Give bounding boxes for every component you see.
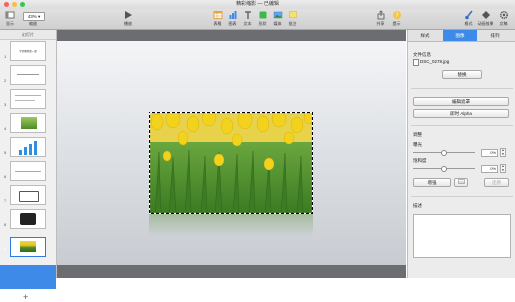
tips-button[interactable]: ? 提示: [390, 10, 403, 27]
description-field[interactable]: [413, 214, 511, 258]
slide-thumbnail-3[interactable]: [10, 89, 46, 109]
saturation-label: 饱和度: [413, 158, 427, 163]
slide-number: 6: [4, 174, 7, 179]
play-button[interactable]: 播放: [121, 10, 135, 27]
exposure-slider[interactable]: [413, 150, 475, 156]
slide-number: 8: [4, 222, 7, 227]
slide-number: 4: [4, 126, 7, 131]
tips-icon: ?: [392, 11, 401, 19]
play-icon: [125, 11, 132, 19]
bar-chart-thumbnail: [19, 141, 37, 155]
share-button[interactable]: 共享: [374, 10, 387, 27]
inspector-tabs: 样式 图像 排列: [408, 30, 515, 42]
slide-navigator: 幻灯片 1 学堂教程第一课 2 3 4 5 6 7 8 9 +: [0, 30, 57, 302]
table-icon: [213, 11, 222, 19]
zoom-window-button[interactable]: [20, 2, 25, 7]
slide-thumbnail-2[interactable]: [10, 65, 46, 85]
selected-slide-row: [0, 265, 56, 289]
file-info-label: 文件信息: [413, 52, 431, 57]
chart-button[interactable]: 图表: [226, 10, 239, 27]
window-controls: [4, 2, 25, 7]
slide-thumbnail-9[interactable]: [10, 237, 46, 257]
comment-button[interactable]: 批注: [286, 10, 299, 27]
diamond-icon: [481, 11, 490, 19]
levels-icon: [457, 179, 465, 184]
reset-button[interactable]: 还原: [484, 178, 509, 187]
slide-number: 9: [4, 246, 7, 251]
slide-number: 7: [4, 198, 7, 203]
file-name: DSC_0278.jpg: [420, 59, 450, 64]
share-icon: [377, 10, 384, 20]
zoom-label: 缩放: [29, 21, 37, 26]
slide-thumbnail-4[interactable]: [10, 113, 46, 133]
slide-thumbnail-8[interactable]: [10, 209, 46, 229]
divider: [411, 125, 513, 126]
paintbrush-icon: [464, 10, 473, 20]
image-reflection: [149, 214, 313, 236]
text-icon: [244, 11, 251, 19]
gear-icon: [499, 10, 508, 20]
shape-icon: [259, 11, 266, 19]
media-button[interactable]: 媒体: [271, 10, 284, 27]
svg-text:?: ?: [395, 12, 398, 19]
tab-style[interactable]: 样式: [408, 30, 442, 41]
toolbar: 显示 43% ▾ 缩放 播放 表格 图表 文本 形状 媒体 批注 共享 ? 提示: [0, 9, 515, 30]
table-button[interactable]: 表格: [211, 10, 224, 27]
slide-thumbnail-1[interactable]: 学堂教程第一课: [10, 41, 46, 61]
current-slide[interactable]: [57, 41, 406, 265]
slide-thumbnail-text: 学堂教程第一课: [19, 50, 37, 53]
title-bar: 精彩缩影 — 已编辑: [0, 0, 515, 9]
format-inspector: 样式 图像 排列 文件信息 DSC_0278.jpg 替换 编辑遮罩 即时 Al…: [407, 30, 515, 278]
saturation-slider[interactable]: [413, 166, 475, 172]
saturation-stepper[interactable]: ▲ ▼: [500, 164, 506, 173]
exposure-label: 曝光: [413, 142, 422, 147]
animate-button[interactable]: 动画效果: [477, 10, 494, 27]
slide-number: 3: [4, 102, 7, 107]
chart-icon: [229, 11, 236, 19]
shape-button[interactable]: 形状: [256, 10, 269, 27]
divider: [411, 88, 513, 89]
image-file-icon: [413, 59, 419, 66]
divider: [411, 196, 513, 197]
comment-icon: [288, 11, 297, 18]
document-button[interactable]: 文稿: [497, 10, 510, 27]
adjust-label: 调整: [413, 132, 422, 137]
exposure-slider-knob[interactable]: [441, 150, 447, 156]
add-slide-button[interactable]: +: [23, 292, 28, 302]
exposure-value[interactable]: 0%: [481, 149, 498, 157]
enhance-button[interactable]: 增强: [413, 178, 451, 187]
slide-thumbnail-6[interactable]: [10, 161, 46, 181]
slide-number: 2: [4, 78, 7, 83]
tulip-image[interactable]: [149, 112, 313, 214]
slide-number: 5: [4, 150, 7, 155]
slide-canvas: [57, 30, 406, 278]
saturation-slider-knob[interactable]: [441, 166, 447, 172]
slide-navigator-header: 幻灯片: [0, 30, 56, 40]
format-button[interactable]: 格式: [462, 10, 475, 27]
description-label: 描述: [413, 203, 422, 208]
display-button[interactable]: 显示: [3, 10, 17, 27]
slide-number: 1: [4, 54, 7, 59]
minimize-window-button[interactable]: [12, 2, 17, 7]
zoom-select[interactable]: 43% ▾: [23, 12, 45, 21]
window-title: 精彩缩影 — 已编辑: [236, 1, 279, 7]
slide-thumbnail-7[interactable]: [10, 185, 46, 205]
adjust-image-button[interactable]: [454, 178, 468, 187]
exposure-stepper[interactable]: ▲ ▼: [500, 148, 506, 157]
close-window-button[interactable]: [4, 2, 9, 7]
slide-thumbnail-5[interactable]: [10, 137, 46, 157]
edit-mask-button[interactable]: 编辑遮罩: [413, 97, 509, 106]
saturation-value[interactable]: 0%: [481, 165, 498, 173]
display-icon: [5, 11, 15, 19]
replace-button[interactable]: 替换: [442, 70, 482, 79]
tab-arrange[interactable]: 排列: [478, 30, 512, 41]
instant-alpha-button[interactable]: 即时 Alpha: [413, 109, 509, 118]
media-icon: [273, 11, 282, 19]
tab-image[interactable]: 图像: [443, 30, 477, 41]
text-button[interactable]: 文本: [241, 10, 254, 27]
